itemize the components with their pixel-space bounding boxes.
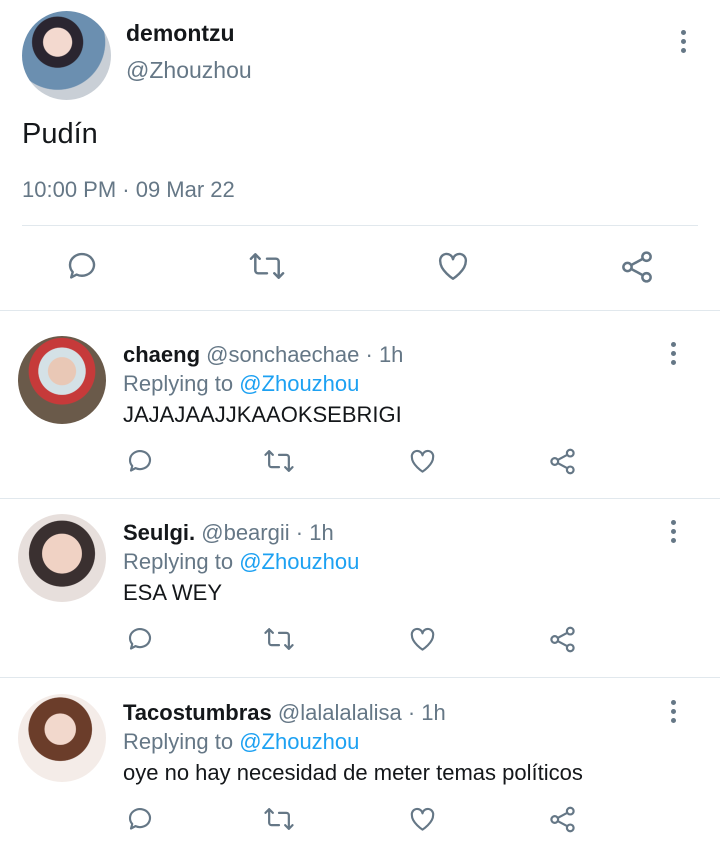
reply-actions — [0, 446, 720, 478]
replying-to: Replying to @Zhouzhou — [123, 549, 359, 575]
mention-link[interactable]: @Zhouzhou — [239, 371, 359, 396]
mention-link[interactable]: @Zhouzhou — [239, 549, 359, 574]
like-icon[interactable] — [407, 446, 438, 476]
replying-prefix: Replying to — [123, 549, 234, 574]
tweet-actions — [0, 248, 720, 288]
avatar[interactable] — [18, 514, 106, 602]
reply-icon[interactable] — [125, 804, 155, 834]
reply-text: ESA WEY — [123, 580, 223, 605]
reply-time: · 1h — [295, 520, 334, 545]
retweet-icon[interactable] — [248, 248, 286, 284]
more-options-icon[interactable] — [669, 520, 677, 543]
replying-to: Replying to @Zhouzhou — [123, 729, 359, 755]
handle[interactable]: @beargii — [201, 520, 289, 545]
display-name[interactable]: Seulgi. — [123, 520, 195, 545]
display-name[interactable]: demontzu — [126, 20, 235, 47]
reply-tweet[interactable]: Tacostumbras @lalalalalisa · 1h Replying… — [0, 670, 720, 848]
retweet-icon[interactable] — [263, 624, 295, 654]
retweet-icon[interactable] — [263, 804, 295, 834]
share-icon[interactable] — [618, 248, 656, 286]
mention-link[interactable]: @Zhouzhou — [239, 729, 359, 754]
share-icon[interactable] — [547, 446, 578, 477]
more-options-icon[interactable] — [679, 30, 687, 53]
retweet-icon[interactable] — [263, 446, 295, 476]
tweet-timestamp: 10:00 PM · 09 Mar 22 — [22, 177, 235, 202]
reply-time: · 1h — [365, 342, 404, 367]
more-options-icon[interactable] — [669, 342, 677, 365]
like-icon[interactable] — [434, 248, 472, 284]
reply-icon[interactable] — [64, 248, 100, 284]
display-name[interactable]: Tacostumbras — [123, 700, 272, 725]
handle[interactable]: @sonchaechae — [206, 342, 359, 367]
like-icon[interactable] — [407, 804, 438, 834]
replying-prefix: Replying to — [123, 729, 234, 754]
reply-icon[interactable] — [125, 446, 155, 476]
avatar[interactable] — [18, 694, 106, 782]
avatar[interactable] — [18, 336, 106, 424]
more-options-icon[interactable] — [669, 700, 677, 723]
reply-header: Seulgi. @beargii · 1h — [123, 520, 334, 546]
section-divider — [0, 310, 720, 311]
reply-actions — [0, 804, 720, 836]
reply-time: · 1h — [407, 700, 446, 725]
divider — [22, 225, 698, 226]
reply-tweet[interactable]: chaeng @sonchaechae · 1h Replying to @Zh… — [0, 312, 720, 490]
tweet-text: Pudín — [22, 118, 98, 150]
reply-text: oye no hay necesidad de meter temas polí… — [123, 760, 583, 785]
replying-prefix: Replying to — [123, 371, 234, 396]
share-icon[interactable] — [547, 804, 578, 835]
reply-header: chaeng @sonchaechae · 1h — [123, 342, 403, 368]
avatar[interactable] — [22, 11, 111, 100]
reply-actions — [0, 624, 720, 656]
main-tweet: demontzu @Zhouzhou Pudín 10:00 PM · 09 M… — [0, 0, 720, 310]
display-name[interactable]: chaeng — [123, 342, 200, 367]
share-icon[interactable] — [547, 624, 578, 655]
reply-tweet[interactable]: Seulgi. @beargii · 1h Replying to @Zhouz… — [0, 490, 720, 668]
reply-text: JAJAJAAJJKAAOKSEBRIGI — [123, 402, 402, 427]
handle[interactable]: @lalalalalisa — [278, 700, 402, 725]
handle[interactable]: @Zhouzhou — [126, 57, 252, 84]
like-icon[interactable] — [407, 624, 438, 654]
reply-header: Tacostumbras @lalalalalisa · 1h — [123, 700, 446, 726]
reply-icon[interactable] — [125, 624, 155, 654]
replying-to: Replying to @Zhouzhou — [123, 371, 359, 397]
